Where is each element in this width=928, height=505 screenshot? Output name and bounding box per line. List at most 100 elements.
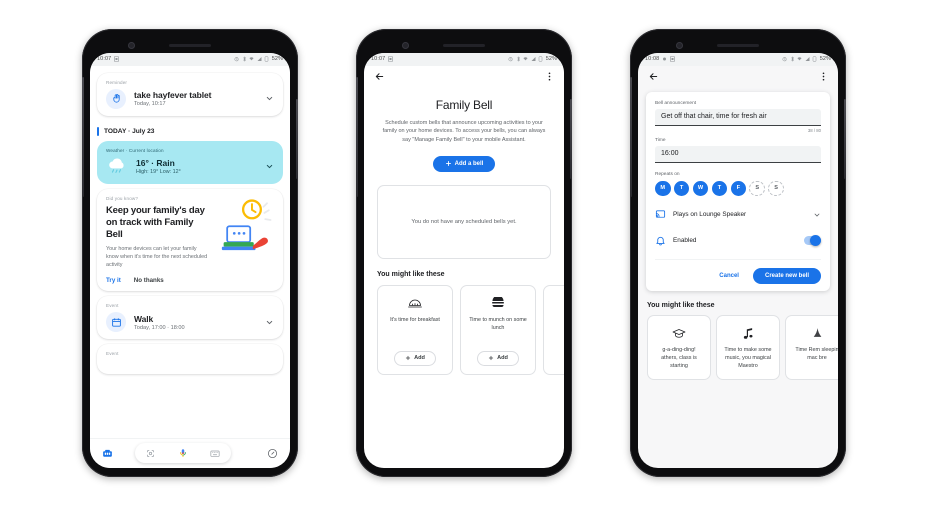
create-bell-scroll[interactable]: Bell announcement Get off that chair, ti…: [638, 88, 838, 468]
battery-icon: [264, 56, 269, 62]
more-vert-icon[interactable]: [816, 70, 830, 84]
signal-icon: [257, 57, 262, 61]
enabled-row[interactable]: Enabled: [655, 233, 821, 248]
suggestions-row-3[interactable]: g-a-ding-ding! athers, class is starting…: [638, 315, 838, 380]
reminder-title: take hayfever tablet: [134, 89, 212, 100]
plus-icon: [405, 356, 411, 361]
keyboard-icon[interactable]: [208, 446, 222, 460]
phone-3-screen: 10:08 52% Bell announcement Get off that…: [638, 52, 838, 468]
suggestion-add-label: Add: [414, 355, 425, 362]
announcement-value: Get off that chair, time for fresh air: [661, 113, 767, 120]
day-toggle-fri[interactable]: F: [730, 180, 747, 196]
weather-chevron-down-icon[interactable]: [265, 162, 274, 171]
reminder-card[interactable]: Reminder take hayfever tablet Today, 10:…: [97, 72, 283, 116]
wifi-icon-3: [797, 57, 802, 61]
event-kicker: Event: [106, 303, 119, 309]
weather-card[interactable]: Weather · Current location 16° · Rain Hi…: [97, 140, 283, 184]
chevron-down-icon[interactable]: [265, 94, 274, 103]
suggestion-card[interactable]: It's time for breakfast Add: [377, 284, 453, 375]
event-subtitle: Today, 17:00 · 18:00: [134, 325, 185, 332]
calendar-icon: [106, 312, 126, 333]
alarm-icon: [234, 57, 239, 62]
suggestion-text: Time to make some music, you magical Mae…: [724, 347, 772, 369]
battery-percent-2: 52%: [545, 56, 557, 62]
back-arrow-icon[interactable]: [646, 70, 660, 84]
cancel-button[interactable]: Cancel: [714, 270, 744, 282]
enabled-text: Enabled: [673, 237, 697, 244]
event-card[interactable]: Event Walk Today, 17:00 · 18:00: [97, 296, 283, 340]
day-toggle-wed[interactable]: W: [692, 180, 709, 196]
announcement-label: Bell announcement: [655, 100, 697, 106]
promo-no-thanks-button[interactable]: No thanks: [134, 277, 164, 284]
partial-icon: [812, 325, 822, 341]
time-input[interactable]: 16:00: [655, 145, 821, 163]
mic-icon[interactable]: [176, 446, 190, 460]
status-bar-3: 10:08 52%: [638, 52, 838, 66]
burger-icon: [491, 295, 505, 311]
promo-try-it-button[interactable]: Try it: [106, 277, 121, 284]
announcement-input[interactable]: Get off that chair, time for fresh air: [655, 108, 821, 126]
speaker-text: Plays on Lounge Speaker: [673, 211, 747, 218]
page-description: Schedule custom bells that announce upco…: [382, 119, 546, 144]
suggestion-card[interactable]: Time to make some music, you magical Mae…: [716, 315, 780, 380]
lens-icon[interactable]: [144, 446, 158, 460]
assistant-bottom-bar: [90, 437, 290, 468]
suggestions-row[interactable]: It's time for breakfast Add Time to munc…: [364, 284, 564, 375]
suggestion-text: Time to munch on some lunch: [469, 316, 527, 331]
suggestion-text-partial: Time Rem sleepin mac bre: [795, 347, 838, 361]
weather-title: 16° · Rain: [136, 158, 175, 168]
phone-bezel-top-2: [364, 38, 564, 53]
signal-icon-2: [531, 57, 536, 61]
event-card-partial[interactable]: Event: [97, 344, 283, 375]
more-vert-icon[interactable]: [542, 70, 556, 84]
suggestion-card-partial[interactable]: Y: [543, 284, 564, 375]
status-bar-2: 10:07 52%: [364, 52, 564, 66]
suggestion-card[interactable]: g-a-ding-ding! athers, class is starting: [647, 315, 711, 380]
speaker-chevron-down-icon[interactable]: [813, 211, 821, 219]
assistant-feed-scroll[interactable]: Reminder take hayfever tablet Today, 10:…: [90, 65, 290, 438]
app-bar-3: [638, 65, 838, 88]
suggestion-card-partial[interactable]: Time Rem sleepin mac bre: [785, 315, 838, 380]
music-note-icon: [742, 325, 754, 341]
suggestion-add-button[interactable]: Add: [477, 350, 519, 366]
phone-2-screen: 10:07 52% Family Bell Schedule custom be…: [364, 52, 564, 468]
status-time-3: 10:08: [645, 56, 660, 62]
suggestion-card[interactable]: Time to munch on some lunch Add: [460, 284, 536, 375]
status-time-2: 10:07: [371, 56, 386, 62]
family-bell-promo-card[interactable]: Did you know? Keep your family's day on …: [97, 188, 283, 292]
promo-illustration: [213, 197, 275, 259]
family-bell-scroll[interactable]: Family Bell Schedule custom bells that a…: [364, 88, 564, 468]
speaker-row[interactable]: Plays on Lounge Speaker: [655, 207, 821, 222]
today-label: TODAY · July 23: [104, 127, 155, 135]
day-toggle-thu[interactable]: T: [711, 180, 728, 196]
back-arrow-icon[interactable]: [372, 70, 386, 84]
form-actions: Cancel Create new bell: [655, 259, 821, 284]
sim-icon-3: [670, 56, 676, 62]
day-toggle-sat[interactable]: S: [749, 180, 765, 196]
graduation-cap-icon: [672, 325, 686, 341]
day-toggle-mon[interactable]: M: [655, 180, 671, 196]
phone-bezel-top-3: [638, 38, 838, 53]
suggestion-add-button[interactable]: Add: [394, 350, 436, 366]
rain-cloud-icon: [106, 157, 128, 177]
day-toggle-sun[interactable]: S: [768, 180, 784, 196]
sim-icon: [114, 56, 120, 62]
battery-percent: 52%: [271, 56, 283, 62]
create-new-bell-button[interactable]: Create new bell: [752, 268, 821, 284]
enabled-toggle[interactable]: [804, 235, 821, 246]
phone-family-bell-home: 10:07 52% Family Bell Schedule custom be…: [356, 28, 572, 477]
assistant-input-pill[interactable]: [134, 443, 231, 463]
snapshot-icon[interactable]: [100, 446, 114, 460]
event-chevron-down-icon[interactable]: [265, 318, 274, 327]
announcement-counter: 38 / 80: [807, 127, 821, 133]
phone-create-bell: 10:08 52% Bell announcement Get off that…: [630, 28, 846, 477]
reminder-hand-icon: [106, 88, 126, 109]
time-value: 16:00: [661, 150, 679, 157]
plus-icon: [445, 161, 451, 167]
explore-icon[interactable]: [266, 446, 280, 460]
add-bell-button[interactable]: Add a bell: [432, 155, 496, 172]
wifi-icon: [249, 57, 254, 61]
assistant-dot-icon: [663, 57, 667, 61]
promo-title: Keep your family's day on track with Fam…: [106, 204, 205, 240]
day-toggle-tue[interactable]: T: [673, 180, 690, 196]
